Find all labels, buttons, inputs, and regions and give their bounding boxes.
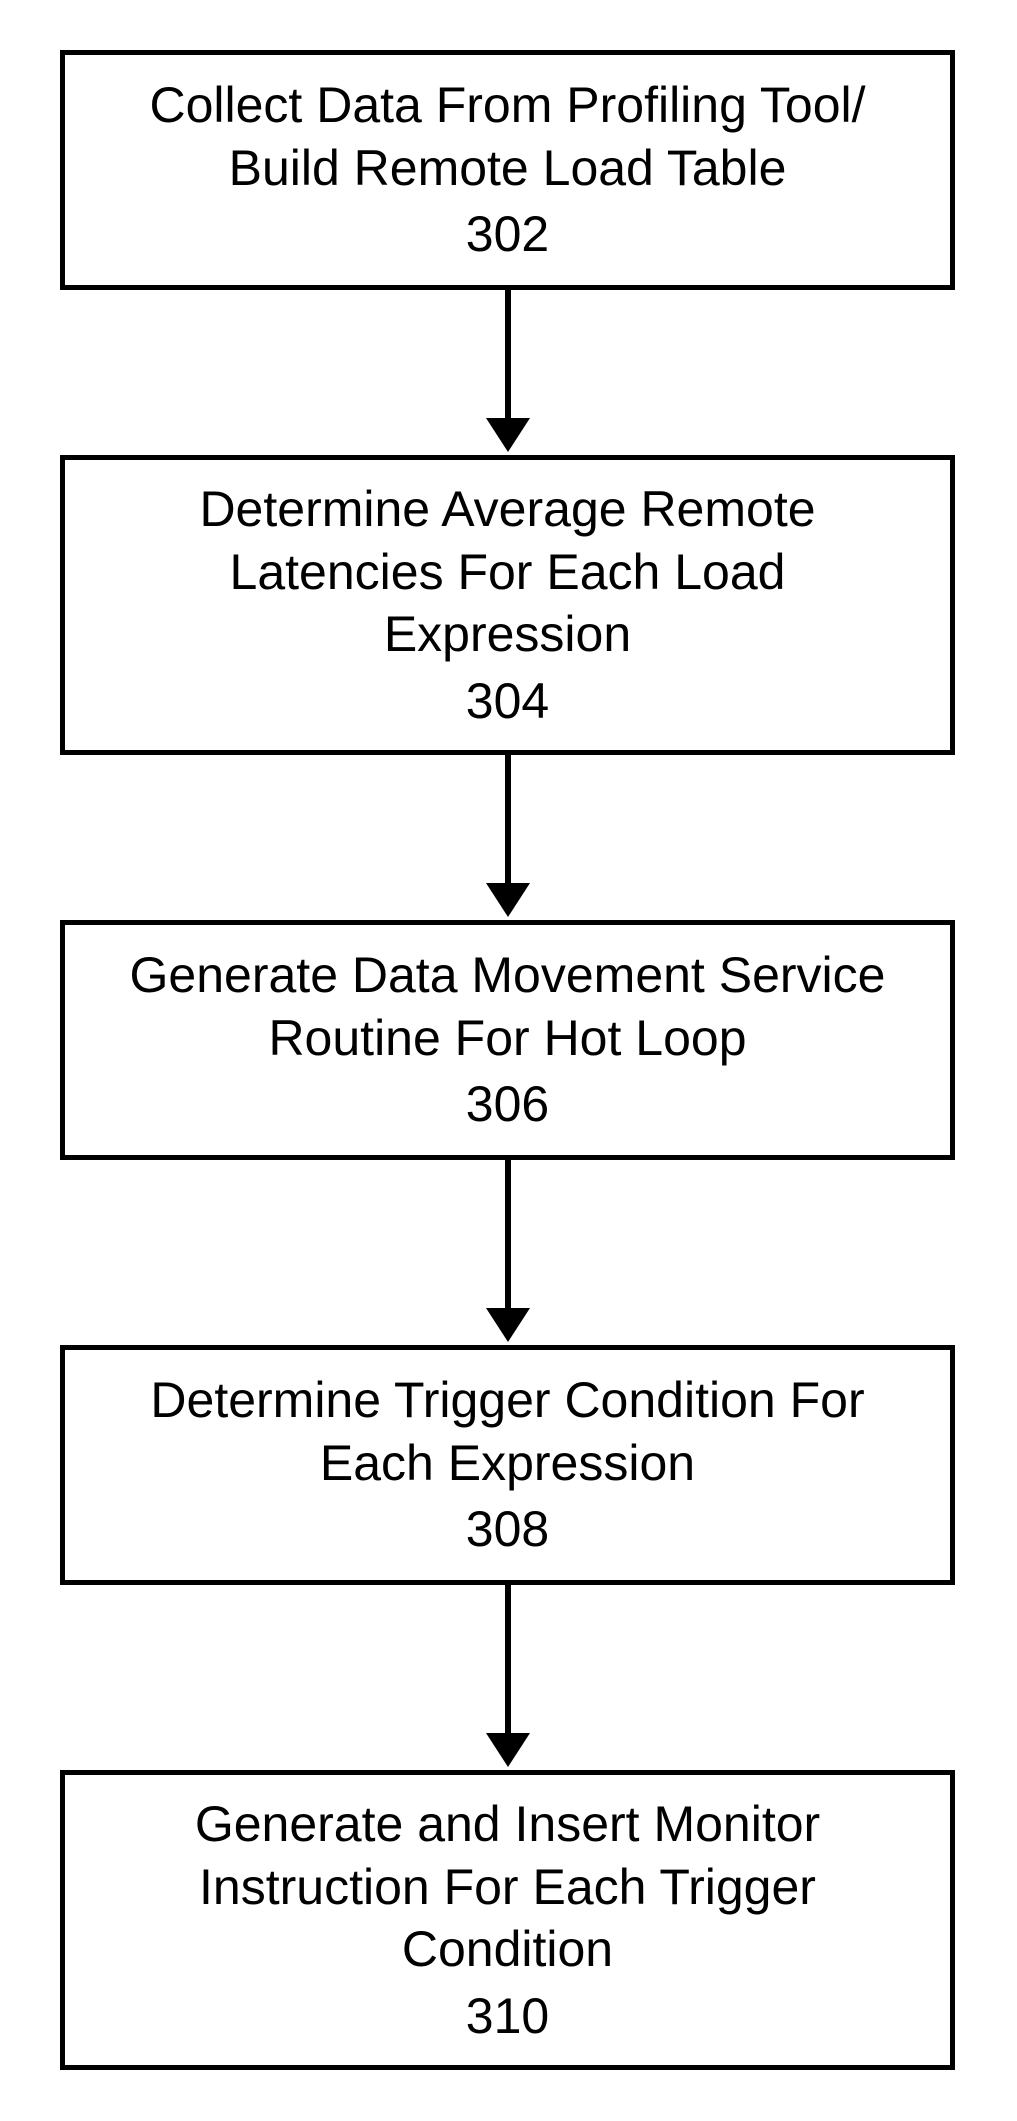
arrow-line: [505, 290, 511, 420]
flowchart-step-304: Determine Average RemoteLatencies For Ea…: [60, 455, 955, 755]
flowchart-step-310: Generate and Insert MonitorInstruction F…: [60, 1770, 955, 2070]
step-text: Generate Data Movement ServiceRoutine Fo…: [130, 944, 886, 1069]
step-number: 310: [466, 1985, 549, 2048]
arrow-head-icon: [486, 883, 530, 917]
arrow-line: [505, 1160, 511, 1310]
flowchart-canvas: Collect Data From Profiling Tool/Build R…: [0, 0, 1017, 2121]
arrow-line: [505, 1585, 511, 1735]
flowchart-step-306: Generate Data Movement ServiceRoutine Fo…: [60, 920, 955, 1160]
arrow-head-icon: [486, 1733, 530, 1767]
step-number: 302: [466, 203, 549, 266]
step-text: Collect Data From Profiling Tool/Build R…: [149, 74, 865, 199]
arrow-head-icon: [486, 418, 530, 452]
step-text: Determine Trigger Condition ForEach Expr…: [150, 1369, 864, 1494]
step-text: Generate and Insert MonitorInstruction F…: [195, 1793, 820, 1981]
step-number: 304: [466, 670, 549, 733]
step-number: 306: [466, 1073, 549, 1136]
flowchart-step-302: Collect Data From Profiling Tool/Build R…: [60, 50, 955, 290]
arrow-head-icon: [486, 1308, 530, 1342]
flowchart-step-308: Determine Trigger Condition ForEach Expr…: [60, 1345, 955, 1585]
step-number: 308: [466, 1498, 549, 1561]
step-text: Determine Average RemoteLatencies For Ea…: [199, 478, 815, 666]
arrow-line: [505, 755, 511, 885]
